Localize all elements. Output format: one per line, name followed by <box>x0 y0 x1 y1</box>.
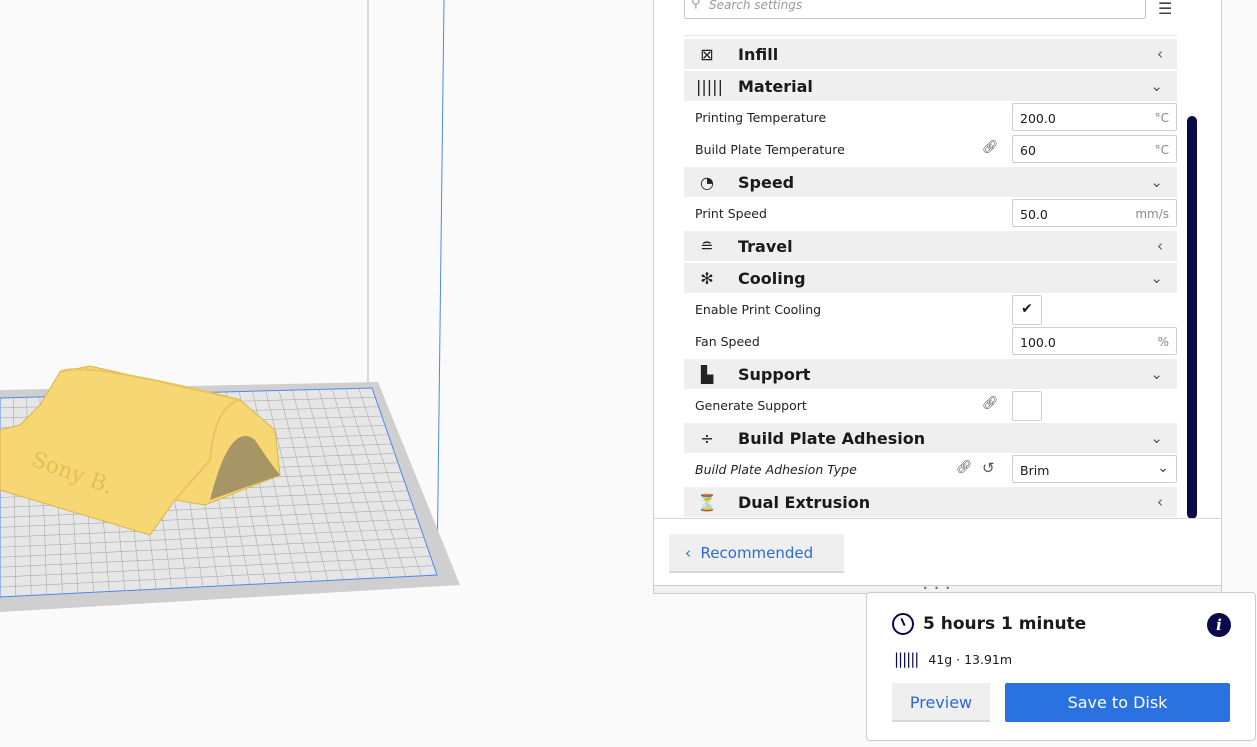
settings-menu-icon[interactable]: ☰ <box>1158 0 1172 18</box>
setting-label: Fan Speed <box>695 334 760 349</box>
chevron-down-icon: ⌄ <box>1150 269 1163 287</box>
category-cooling[interactable]: ✻ Cooling ⌄ <box>684 263 1177 293</box>
divider <box>684 35 1177 36</box>
print-speed-input[interactable]: 50.0 mm/s <box>1012 199 1177 227</box>
custom-settings-panel: ⚲ Search settings ☰ ⊠ Infill ‹ ||||| Materia… <box>653 0 1222 593</box>
unit: mm/s <box>1135 207 1169 221</box>
print-time: 5 hours 1 minute <box>923 614 1087 634</box>
category-label: Speed <box>738 172 795 192</box>
setting-generate-support: Generate Support 🔗︎ <box>684 389 1177 421</box>
chevron-left-icon: ‹ <box>1157 237 1163 255</box>
speed-icon: ◔ <box>700 172 714 192</box>
3d-viewport[interactable]: Sony B. <box>0 0 653 743</box>
build-volume-edge <box>436 0 445 576</box>
material-usage: 41g · 13.91m <box>928 651 1013 667</box>
setting-fan-speed: Fan Speed 100.0% <box>684 325 1177 357</box>
setting-label: Enable Print Cooling <box>695 302 822 317</box>
category-label: Material <box>738 76 813 96</box>
setting-label: Generate Support <box>695 398 807 413</box>
save-to-disk-button[interactable]: Save to Disk <box>1005 683 1230 722</box>
setting-enable-print-cooling: Enable Print Cooling ✔ <box>684 293 1177 325</box>
search-placeholder: Search settings <box>709 0 803 12</box>
dual-extrusion-icon: ⏳ <box>697 492 717 512</box>
unit: % <box>1157 335 1169 349</box>
recommended-button[interactable]: ‹ Recommended <box>669 534 844 573</box>
travel-icon: ≘ <box>700 236 714 256</box>
category-label: Cooling <box>738 268 806 288</box>
setting-label: Printing Temperature <box>695 110 827 125</box>
unit: °C <box>1154 111 1169 125</box>
category-material[interactable]: ||||| Material ⌄ <box>684 71 1177 101</box>
search-input[interactable]: ⚲ Search settings <box>684 0 1146 19</box>
cooling-icon: ✻ <box>700 268 714 288</box>
search-icon: ⚲ <box>691 0 701 11</box>
value: 100.0 <box>1020 335 1056 350</box>
generate-support-checkbox[interactable] <box>1012 391 1042 421</box>
clock-icon <box>892 613 914 635</box>
info-icon[interactable]: i <box>1207 613 1231 637</box>
value: 60 <box>1020 143 1036 158</box>
chevron-down-icon: ⌄ <box>1157 460 1169 476</box>
category-label: Dual Extrusion <box>738 492 871 512</box>
chevron-left-icon: ‹ <box>1157 493 1163 511</box>
setting-printing-temperature: Printing Temperature 200.0 °C <box>684 101 1177 133</box>
build-plate-temperature-input[interactable]: 60 °C <box>1012 135 1177 163</box>
enable-print-cooling-checkbox[interactable]: ✔ <box>1012 295 1042 325</box>
infill-icon: ⊠ <box>700 44 714 64</box>
recommended-label: Recommended <box>700 544 814 562</box>
material-icon: ||||| <box>696 76 723 96</box>
category-label: Support <box>738 364 811 384</box>
link-icon[interactable]: 🔗︎ <box>982 396 999 411</box>
setting-label: Build Plate Adhesion Type <box>695 462 857 477</box>
preview-button[interactable]: Preview <box>892 683 990 722</box>
category-support[interactable]: ▙ Support ⌄ <box>684 359 1177 389</box>
print-summary-card: 5 hours 1 minute i |||||| 41g · 13.91m Pr… <box>866 592 1256 741</box>
setting-adhesion-type: Build Plate Adhesion Type 🔗︎ ↺ Brim ⌄ <box>684 453 1177 485</box>
setting-build-plate-temperature: Build Plate Temperature 🔗︎ 60 °C <box>684 133 1177 165</box>
unit: °C <box>1154 143 1169 157</box>
chevron-down-icon: ⌄ <box>1150 77 1163 95</box>
value: Brim <box>1020 463 1050 478</box>
adhesion-type-dropdown[interactable]: Brim ⌄ <box>1012 455 1177 483</box>
chevron-down-icon: ⌄ <box>1150 429 1163 447</box>
category-speed[interactable]: ◔ Speed ⌄ <box>684 167 1177 197</box>
material-icon: |||||| <box>894 650 919 668</box>
chevron-down-icon: ⌄ <box>1150 365 1163 383</box>
value: 50.0 <box>1020 207 1048 222</box>
printing-temperature-input[interactable]: 200.0 °C <box>1012 103 1177 131</box>
divider <box>654 518 1221 519</box>
chevron-left-icon: ‹ <box>685 544 701 562</box>
category-build-plate-adhesion[interactable]: ÷ Build Plate Adhesion ⌄ <box>684 423 1177 453</box>
link-icon[interactable]: 🔗︎ <box>982 140 999 155</box>
scrollbar[interactable] <box>1187 116 1197 519</box>
setting-label: Build Plate Temperature <box>695 142 845 157</box>
category-label: Build Plate Adhesion <box>738 428 926 448</box>
reset-icon[interactable]: ↺ <box>982 459 995 477</box>
category-label: Infill <box>738 44 779 64</box>
chevron-left-icon: ‹ <box>1157 45 1163 63</box>
support-icon: ▙ <box>700 364 714 384</box>
link-icon[interactable]: 🔗︎ <box>956 460 973 475</box>
category-travel[interactable]: ≘ Travel ‹ <box>684 231 1177 261</box>
fan-speed-input[interactable]: 100.0% <box>1012 327 1177 355</box>
adhesion-icon: ÷ <box>700 428 714 448</box>
setting-label: Print Speed <box>695 206 767 221</box>
category-label: Travel <box>738 236 793 256</box>
setting-print-speed: Print Speed 50.0 mm/s <box>684 197 1177 229</box>
chevron-down-icon: ⌄ <box>1150 173 1163 191</box>
value: 200.0 <box>1020 111 1056 126</box>
category-dual-extrusion[interactable]: ⏳ Dual Extrusion ‹ <box>684 487 1177 517</box>
category-infill[interactable]: ⊠ Infill ‹ <box>684 39 1177 69</box>
